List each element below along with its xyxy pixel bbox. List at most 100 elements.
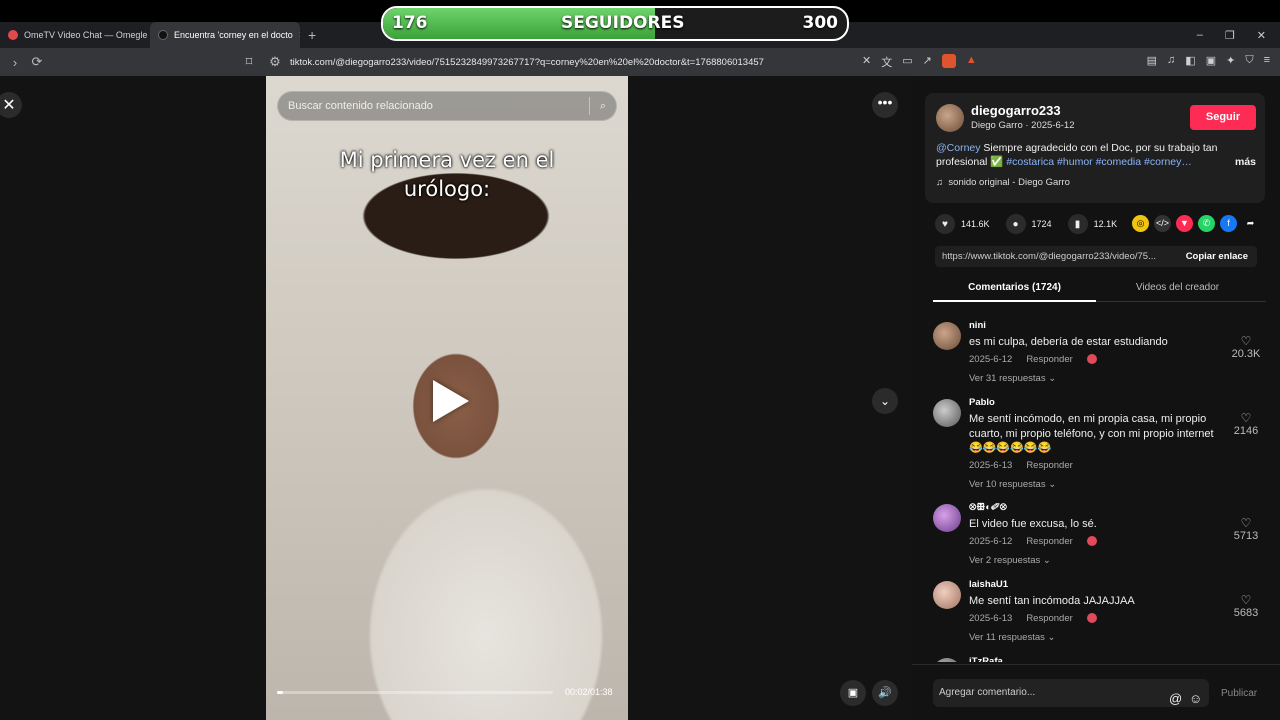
close-viewer-button[interactable]: ✕	[0, 92, 22, 118]
reply-button[interactable]: Responder	[1026, 536, 1072, 547]
share-url[interactable]: https://www.tiktok.com/@diegogarro233/vi…	[942, 246, 1170, 267]
new-tab-icon[interactable]: +	[300, 27, 324, 43]
tab-ometv[interactable]: OmeTV Video Chat — Omegle R	[0, 22, 150, 48]
comment-input[interactable]: Agregar comentario... @ ☺	[933, 679, 1209, 707]
reload-icon[interactable]: ⟳	[26, 54, 48, 70]
video-player[interactable]: Buscar contenido relacionado ⌕ Mi primer…	[266, 76, 628, 720]
emoji-icon[interactable]: ☺	[1189, 685, 1202, 713]
video-progress-bar[interactable]	[277, 691, 553, 694]
panel-tabs: Comentarios (1724) Videos del creador	[933, 280, 1266, 302]
next-video-button[interactable]: ⌄	[872, 388, 898, 414]
sidebar-icon[interactable]: ◧	[1185, 54, 1195, 67]
reply-button[interactable]: Responder	[1026, 613, 1072, 624]
bookmark-icon[interactable]: ▮	[1067, 214, 1088, 234]
menu-icon[interactable]: ≡	[1264, 54, 1270, 67]
comment-author[interactable]: laishaU1	[969, 579, 1008, 590]
facebook-icon[interactable]: f	[1220, 215, 1237, 232]
post-description: @Corney Siempre agradecido con el Doc, p…	[936, 141, 1256, 169]
close-icon: ✕	[2, 97, 16, 114]
vpn-icon[interactable]: ⛉	[1245, 54, 1253, 67]
mention-icon[interactable]: @	[1169, 685, 1182, 713]
more-options-button[interactable]: •••	[872, 92, 898, 118]
like-count: 141.6K	[961, 219, 990, 229]
tab-tiktok[interactable]: Encuentra 'corney en el docto ×	[150, 22, 300, 48]
brave-shields-icon[interactable]	[941, 54, 956, 68]
avatar[interactable]	[933, 581, 961, 609]
reply-button[interactable]: Responder	[1026, 354, 1072, 365]
comment-like-button[interactable]: ♡ 5683	[1224, 593, 1268, 619]
follower-goal-overlay: 176 SEGUIDORES 300	[381, 6, 849, 41]
tab-comments[interactable]: Comentarios (1724)	[933, 282, 1096, 302]
coin-icon[interactable]: ◎	[1132, 215, 1149, 232]
send-icon[interactable]: ▼	[1176, 215, 1193, 232]
cast-icon[interactable]: ▭	[902, 54, 912, 70]
copy-link-button[interactable]: Copiar enlace	[1186, 246, 1248, 267]
volume-button[interactable]: 🔊	[872, 680, 898, 706]
comment-author[interactable]: nini	[969, 320, 986, 331]
tracking-icon[interactable]: ✕	[862, 54, 871, 70]
comment-like-count: 5683	[1233, 607, 1259, 619]
video-caption: Mi primera vez en el urólogo:	[266, 146, 628, 204]
tab-label: OmeTV Video Chat — Omegle R	[24, 30, 150, 40]
video-progress-fill	[277, 691, 283, 694]
restore-icon[interactable]: ❐	[1225, 29, 1235, 42]
reply-button[interactable]: Responder	[1026, 460, 1072, 471]
site-settings-icon[interactable]: ⚙	[264, 54, 286, 70]
follow-button[interactable]: Seguir	[1190, 105, 1256, 130]
view-replies-button[interactable]: Ver 2 respuestas ⌄	[969, 555, 1051, 566]
rewards-icon[interactable]: ▲	[966, 54, 977, 70]
follower-label: SEGUIDORES	[561, 13, 685, 33]
embed-icon[interactable]: </>	[1154, 215, 1171, 232]
music-note-icon: ♫	[936, 177, 944, 188]
comment-like-button[interactable]: ♡ 5713	[1224, 516, 1268, 542]
avatar[interactable]	[933, 322, 961, 350]
play-icon[interactable]	[433, 380, 469, 422]
tab-creator-videos[interactable]: Videos del creador	[1096, 282, 1259, 293]
comment-author[interactable]: ⊗ꕥ◐✐⊗	[969, 502, 1007, 513]
comment-icon[interactable]: ●	[1005, 214, 1026, 234]
window-close-icon[interactable]: ✕	[1257, 29, 1266, 42]
more-link[interactable]: más	[1235, 155, 1256, 169]
heart-outline-icon: ♡	[1240, 411, 1252, 425]
bookmark-icon[interactable]: ⌑	[238, 54, 260, 70]
forward-icon[interactable]: ›	[4, 55, 26, 70]
avatar[interactable]	[933, 504, 961, 532]
author-username[interactable]: diegogarro233	[971, 103, 1061, 118]
avatar[interactable]	[933, 658, 961, 662]
comment-author[interactable]: Pablo	[969, 397, 995, 408]
url-field[interactable]: tiktok.com/@diegogarro233/video/75152328…	[290, 57, 764, 68]
ometv-favicon-icon	[8, 30, 18, 40]
pip-button[interactable]: ▣	[840, 680, 866, 706]
address-bar: › ⟳ ⌑ ⚙ tiktok.com/@diegogarro233/video/…	[0, 48, 1280, 76]
comment-date: 2025-6-13	[969, 460, 1013, 471]
search-icon[interactable]: ⌕	[600, 100, 606, 113]
pip-icon: ▣	[847, 687, 859, 699]
whatsapp-icon[interactable]: ✆	[1198, 215, 1215, 232]
related-search-input[interactable]: Buscar contenido relacionado ⌕	[277, 91, 617, 121]
comment-list: nini es mi culpa, debería de estar estud…	[912, 312, 1268, 662]
avatar[interactable]	[936, 104, 964, 132]
sound-link[interactable]: ♫ sonido original - Diego Garro	[936, 177, 1070, 188]
view-replies-button[interactable]: Ver 10 respuestas ⌄	[969, 479, 1056, 490]
share-arrow-icon[interactable]: ➦	[1242, 215, 1259, 232]
comment-author[interactable]: iTzRafa	[969, 656, 1003, 662]
heart-icon[interactable]: ♥	[935, 214, 955, 234]
follower-count: 176	[392, 13, 428, 33]
view-replies-button[interactable]: Ver 11 respuestas ⌄	[969, 632, 1055, 643]
replies-label: Ver 2 respuestas	[969, 555, 1041, 566]
publish-button[interactable]: Publicar	[1221, 688, 1257, 699]
translate-icon[interactable]: 文	[881, 54, 892, 70]
comment-like-button[interactable]: ♡ 2146	[1224, 411, 1268, 437]
wallet-icon[interactable]: ▣	[1206, 54, 1216, 67]
hashtags[interactable]: #costarica #humor #comedia #corney…	[1006, 156, 1192, 168]
leo-icon[interactable]: ✦	[1226, 54, 1235, 67]
mention-link[interactable]: @Corney	[936, 142, 981, 154]
media-icon[interactable]: ♫	[1167, 54, 1175, 67]
reader-icon[interactable]: ▤	[1147, 54, 1157, 67]
comment-like-button[interactable]: ♡ 20.3K	[1224, 334, 1268, 360]
minimize-icon[interactable]: –	[1197, 29, 1203, 42]
view-replies-button[interactable]: Ver 31 respuestas ⌄	[969, 373, 1056, 384]
share-icon[interactable]: ↗	[923, 54, 932, 70]
comment-text: es mi culpa, debería de estar estudiando	[969, 336, 1168, 348]
avatar[interactable]	[933, 399, 961, 427]
